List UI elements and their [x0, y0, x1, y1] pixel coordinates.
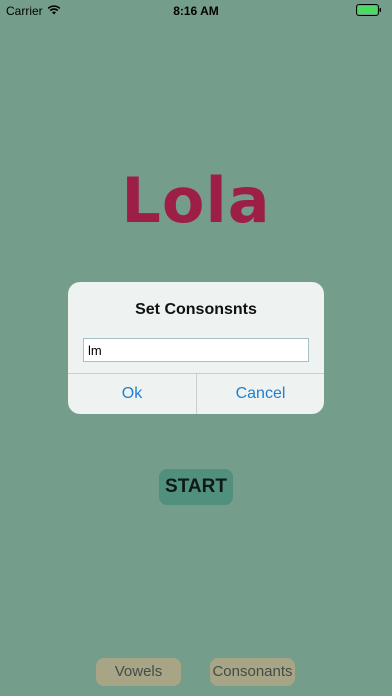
- ok-button[interactable]: Ok: [68, 374, 196, 414]
- battery-icon: [356, 4, 382, 16]
- cancel-button[interactable]: Cancel: [197, 374, 324, 414]
- set-consonants-dialog: Set Consonsnts Ok Cancel: [68, 282, 324, 414]
- app-title: Lola: [121, 164, 271, 237]
- wifi-icon: [47, 4, 61, 18]
- carrier-group: Carrier: [6, 4, 61, 18]
- dialog-title: Set Consonsnts: [135, 301, 257, 318]
- carrier-label: Carrier: [6, 4, 43, 18]
- start-button[interactable]: START: [159, 469, 233, 505]
- consonants-button[interactable]: Consonants: [210, 658, 295, 686]
- vowels-button[interactable]: Vowels: [96, 658, 181, 686]
- status-bar: Carrier 8:16 AM: [0, 0, 392, 22]
- consonants-input[interactable]: [83, 338, 309, 362]
